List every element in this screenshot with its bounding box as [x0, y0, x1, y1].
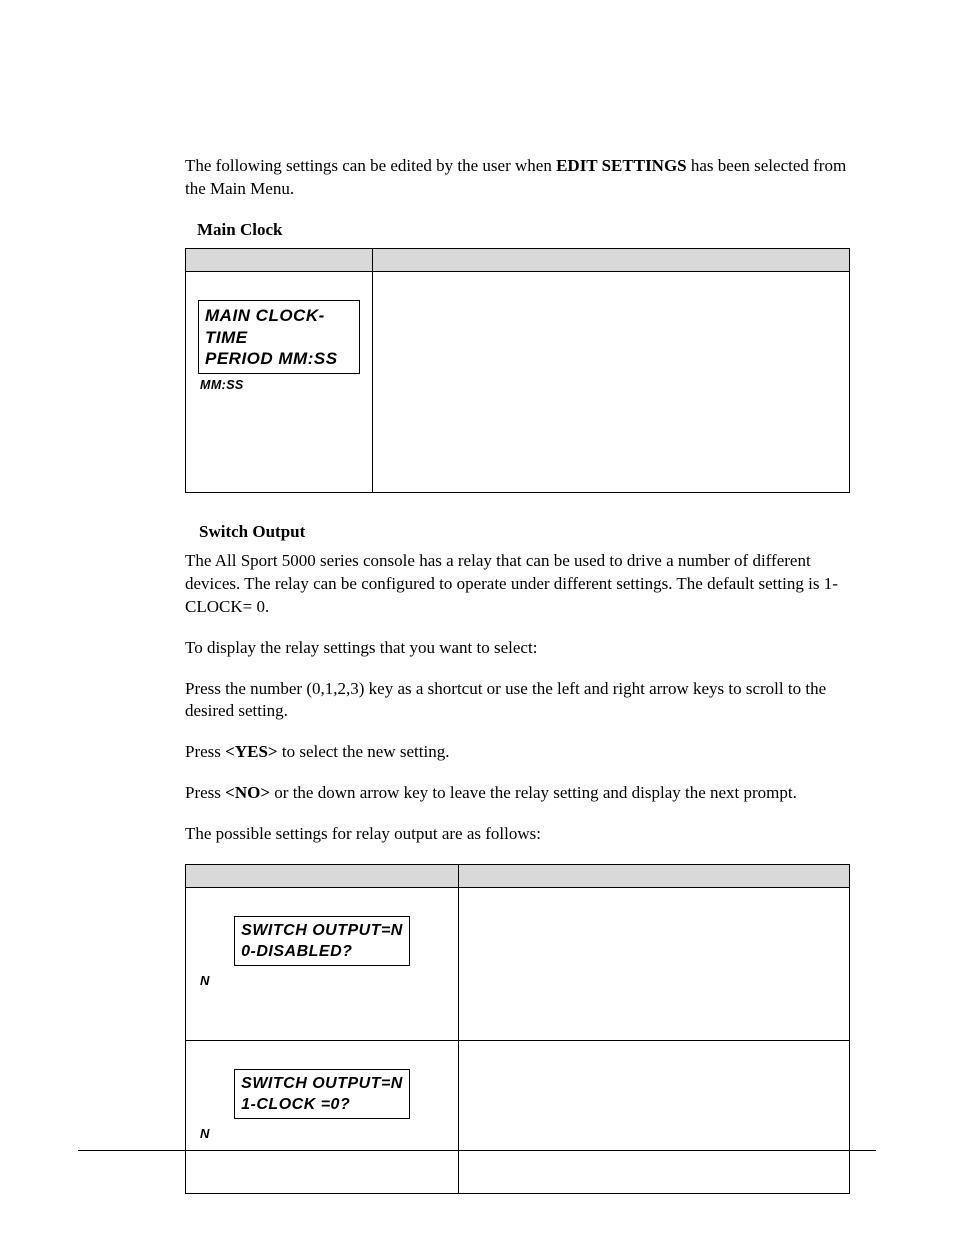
switch-output-no: <NO> — [225, 783, 270, 802]
switch-output-th-left — [186, 865, 459, 888]
main-clock-right-text — [373, 272, 849, 492]
switch-output-th-right — [459, 865, 850, 888]
switch-output-row1-left: SWITCH OUTPUT=N 1-CLOCK =0? N — [186, 1041, 459, 1194]
switch-output-row1-lcd: SWITCH OUTPUT=N 1-CLOCK =0? — [234, 1069, 410, 1119]
main-clock-td-left: MAIN CLOCK-TIME PERIOD MM:SS MM:SS — [186, 271, 373, 492]
switch-output-row0-right-text — [459, 888, 849, 1040]
switch-output-row1-l2: 1-CLOCK =0? — [241, 1096, 350, 1113]
page: The following settings can be edited by … — [0, 0, 954, 1235]
footer-rule — [78, 1150, 876, 1151]
content-column: The following settings can be edited by … — [185, 155, 850, 1222]
main-clock-lcd-line2: PERIOD MM:SS — [205, 349, 338, 368]
switch-output-row1-right — [459, 1041, 850, 1194]
switch-output-row0-left: SWITCH OUTPUT=N 0-DISABLED? N — [186, 888, 459, 1041]
switch-output-p4: Press <YES> to select the new setting. — [185, 741, 850, 764]
switch-output-p4b: to select the new setting. — [278, 742, 450, 761]
switch-output-table: SWITCH OUTPUT=N 0-DISABLED? N — [185, 864, 850, 1194]
main-clock-lcd-line1: MAIN CLOCK-TIME — [205, 306, 325, 347]
switch-output-p4a: Press — [185, 742, 225, 761]
switch-output-row0-pad: SWITCH OUTPUT=N 0-DISABLED? N — [186, 888, 458, 1040]
switch-output-p2: To display the relay settings that you w… — [185, 637, 850, 660]
main-clock-sublabel: MM:SS — [200, 377, 360, 394]
switch-output-heading: Switch Output — [199, 521, 850, 544]
switch-output-p5b: or the down arrow key to leave the relay… — [270, 783, 797, 802]
switch-output-p5: Press <NO> or the down arrow key to leav… — [185, 782, 850, 805]
switch-output-row1-l1: SWITCH OUTPUT=N — [241, 1075, 403, 1092]
switch-output-yes: <YES> — [225, 742, 277, 761]
switch-output-row0-right — [459, 888, 850, 1041]
switch-output-p6: The possible settings for relay output a… — [185, 823, 850, 846]
switch-output-row0-l1: SWITCH OUTPUT=N — [241, 922, 403, 939]
main-clock-heading: Main Clock — [197, 219, 850, 242]
intro-bold: EDIT SETTINGS — [556, 156, 687, 175]
main-clock-th-left — [186, 248, 373, 271]
main-clock-th-right — [373, 248, 850, 271]
switch-output-p1: The All Sport 5000 series console has a … — [185, 550, 850, 619]
switch-output-row0-l2: 0-DISABLED? — [241, 943, 352, 960]
main-clock-cell-pad: MAIN CLOCK-TIME PERIOD MM:SS MM:SS — [186, 272, 372, 492]
main-clock-lcd: MAIN CLOCK-TIME PERIOD MM:SS — [198, 300, 360, 374]
table-row: SWITCH OUTPUT=N 0-DISABLED? N — [186, 888, 850, 1041]
switch-output-row1-right-text — [459, 1041, 849, 1193]
switch-output-p3: Press the number (0,1,2,3) key as a shor… — [185, 678, 850, 724]
table-row: SWITCH OUTPUT=N 1-CLOCK =0? N — [186, 1041, 850, 1194]
main-clock-td-right — [373, 271, 850, 492]
switch-output-row0-lcd: SWITCH OUTPUT=N 0-DISABLED? — [234, 916, 410, 966]
intro-prefix: The following settings can be edited by … — [185, 156, 556, 175]
switch-output-row1-n: N — [200, 1125, 446, 1143]
intro-paragraph: The following settings can be edited by … — [185, 155, 850, 201]
switch-output-row1-pad: SWITCH OUTPUT=N 1-CLOCK =0? N — [186, 1041, 458, 1193]
main-clock-table: MAIN CLOCK-TIME PERIOD MM:SS MM:SS — [185, 248, 850, 493]
switch-output-p5a: Press — [185, 783, 225, 802]
switch-output-row0-n: N — [200, 972, 446, 990]
